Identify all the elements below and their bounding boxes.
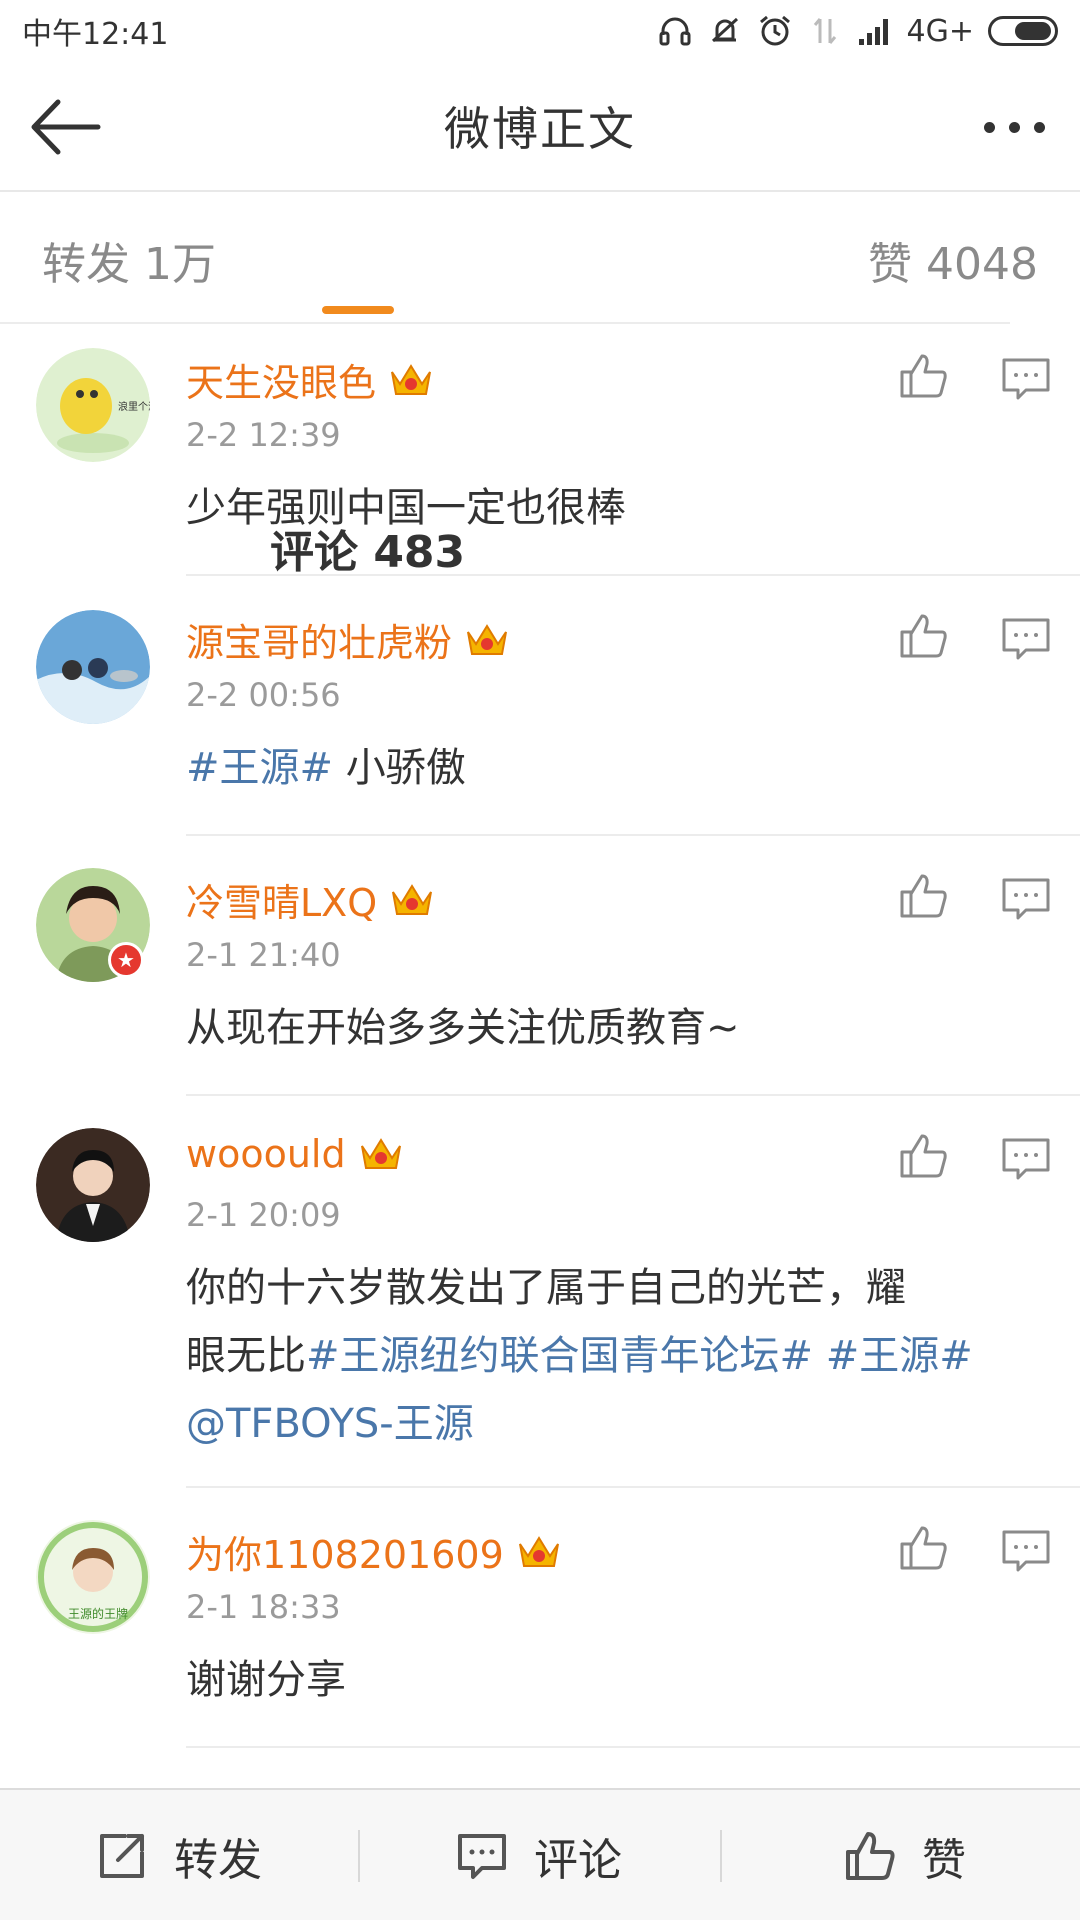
comment-text: 少年强则中国一定也很棒	[186, 485, 626, 531]
comment-item: 王源的王牌 为你1108201609 2-1 18:33 谢谢分享	[0, 1496, 1080, 1756]
vip-crown-icon	[392, 883, 433, 915]
comment-text-plain: 眼无比	[186, 1333, 306, 1379]
thumbs-up-icon	[846, 1832, 895, 1880]
page-title: 微博正文	[444, 102, 636, 156]
mention-link[interactable]: @TFBOYS-王源	[186, 1401, 474, 1447]
comment-item: 浪里个浪 天生没眼色 2-2 12:39 少年强则中国一定也很棒	[0, 324, 1080, 584]
status-icons: 4G+	[657, 13, 1058, 49]
comment-text-plain: 小骄傲	[333, 745, 466, 791]
headphones-icon	[657, 13, 693, 49]
signal-icon	[857, 13, 893, 49]
like-button[interactable]: 赞	[844, 1790, 966, 1920]
comment-text: 你的十六岁散发出了属于自己的光芒，耀 眼无比#王源纽约联合国青年论坛# #王源#…	[186, 1254, 1036, 1458]
battery-icon	[988, 16, 1058, 46]
data-arrows-icon	[807, 13, 843, 49]
avatar-label: 王源的王牌	[68, 1606, 128, 1621]
nav-header: 微博正文	[0, 62, 1080, 190]
alarm-icon	[757, 13, 793, 49]
repost-label: 转发	[174, 1835, 262, 1886]
like-icon[interactable]	[898, 612, 950, 660]
username[interactable]: 为你1108201609	[186, 1524, 504, 1579]
comment-time: 2-1 21:40	[186, 936, 341, 974]
comment-text: 谢谢分享	[186, 1657, 346, 1703]
tab-bar: 转发 1万 评论 483 赞 4048	[0, 192, 1080, 578]
comment-list: 浪里个浪 天生没眼色 2-2 12:39 少年强则中国一定也很棒 源宝哥的壮虎粉…	[0, 324, 1080, 1756]
vip-crown-icon	[391, 363, 431, 395]
comment-line: 眼无比#王源纽约联合国青年论坛# #王源#	[186, 1322, 1036, 1390]
avatar[interactable]	[36, 610, 150, 724]
comment-line: 你的十六岁散发出了属于自己的光芒，耀	[186, 1265, 906, 1311]
name-row: 冷雪晴LXQ	[186, 872, 435, 927]
vip-crown-icon	[360, 1138, 401, 1169]
avatar[interactable]: 浪里个浪	[36, 348, 150, 462]
like-icon[interactable]	[898, 352, 950, 400]
active-tab-indicator	[322, 306, 394, 314]
comment-divider	[186, 574, 1080, 576]
username[interactable]: 冷雪晴LXQ	[186, 872, 377, 927]
hashtag-link[interactable]: #王源#	[186, 745, 333, 791]
comment-item: 源宝哥的壮虎粉 2-2 00:56 #王源# 小骄傲	[0, 584, 1080, 844]
reply-icon[interactable]	[1000, 356, 1052, 404]
status-time: 中午12:41	[22, 17, 169, 52]
hashtag-link[interactable]: #王源纽约联合国青年论坛#	[306, 1333, 813, 1379]
comment-divider	[186, 1486, 1080, 1488]
comment-time: 2-2 00:56	[186, 676, 341, 714]
network-type: 4G+	[906, 13, 974, 49]
comment-button[interactable]: 评论	[456, 1790, 622, 1920]
comment-divider	[186, 1094, 1080, 1096]
comment-text: #王源# 小骄傲	[186, 734, 1036, 802]
like-icon[interactable]	[898, 1524, 950, 1572]
username[interactable]: 源宝哥的壮虎粉	[186, 612, 452, 667]
comment-line: @TFBOYS-王源	[186, 1390, 1036, 1458]
comment-item: wooould 2-1 20:09 你的十六岁散发出了属于自己的光芒，耀 眼无比…	[0, 1104, 1080, 1496]
username[interactable]: 天生没眼色	[186, 352, 376, 407]
bottom-separator	[358, 1830, 360, 1882]
comment-time: 2-2 12:39	[186, 416, 341, 454]
reply-icon[interactable]	[1000, 1136, 1052, 1184]
comment-item: 冷雪晴LXQ 2-1 21:40 从现在开始多多关注优质教育~	[0, 844, 1080, 1104]
avatar-label: 浪里个浪	[118, 400, 150, 413]
comment-icon	[458, 1834, 506, 1879]
repost-button[interactable]: 转发	[96, 1790, 262, 1920]
comment-text: 从现在开始多多关注优质教育~	[186, 1005, 740, 1051]
status-bar: 中午12:41 4G+	[0, 0, 1080, 62]
reply-icon[interactable]	[1000, 876, 1052, 924]
vip-crown-icon	[467, 623, 507, 655]
back-arrow-icon[interactable]	[26, 92, 106, 162]
more-dots-icon[interactable]	[974, 92, 1054, 162]
reply-icon[interactable]	[1000, 1528, 1052, 1576]
avatar[interactable]: 王源的王牌	[36, 1520, 150, 1634]
username[interactable]: wooould	[186, 1132, 346, 1176]
name-row: 源宝哥的壮虎粉	[186, 612, 510, 667]
verified-badge-icon	[108, 942, 144, 978]
comment-time: 2-1 18:33	[186, 1588, 341, 1626]
tab-repost[interactable]: 转发 1万	[42, 228, 216, 292]
comment-divider	[186, 1746, 1080, 1748]
name-row: 为你1108201609	[186, 1524, 562, 1579]
bottom-separator	[720, 1830, 722, 1882]
tab-likes[interactable]: 赞 4048	[868, 228, 1038, 292]
reply-icon[interactable]	[1000, 616, 1052, 664]
hashtag-link[interactable]: #王源#	[813, 1333, 973, 1379]
like-icon[interactable]	[898, 872, 950, 920]
vip-crown-icon	[518, 1535, 559, 1567]
comment-divider	[186, 834, 1080, 836]
like-icon[interactable]	[898, 1132, 950, 1180]
comment-label: 评论	[534, 1835, 622, 1886]
like-label: 赞	[922, 1835, 966, 1886]
bottom-action-bar: 转发 评论 赞	[0, 1788, 1080, 1920]
avatar[interactable]	[36, 1128, 150, 1242]
comment-time: 2-1 20:09	[186, 1196, 341, 1234]
name-row: wooould	[186, 1132, 404, 1176]
repost-icon	[100, 1834, 144, 1878]
mute-icon	[707, 13, 743, 49]
name-row: 天生没眼色	[186, 352, 434, 407]
